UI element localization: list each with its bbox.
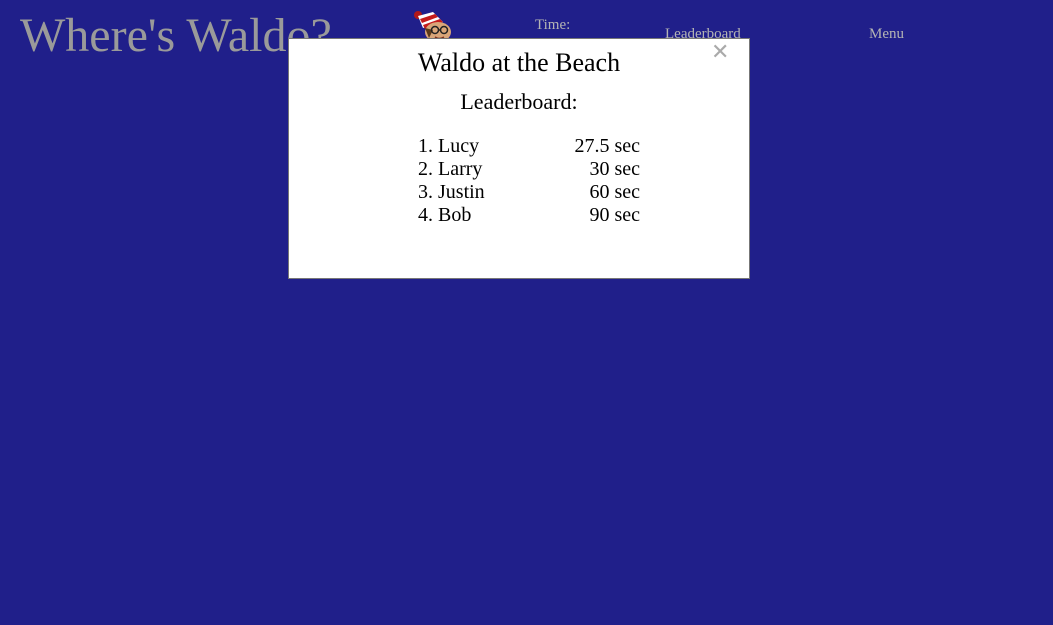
entry-name: 1. Lucy xyxy=(418,135,480,157)
leaderboard-list: 1. Lucy 27.5 sec 2. Larry 30 sec 3. Just… xyxy=(418,135,640,227)
list-item: 3. Justin 60 sec xyxy=(418,181,640,204)
entry-name: 3. Justin xyxy=(418,181,485,203)
entry-time: 30 sec xyxy=(589,158,640,180)
site-title: Where's Waldo? xyxy=(20,9,332,62)
entry-time: 90 sec xyxy=(589,204,640,226)
entry-time: 27.5 sec xyxy=(574,135,640,157)
timer-label: Time: xyxy=(535,17,571,33)
nav-menu-link[interactable]: Menu xyxy=(869,26,904,43)
entry-time: 60 sec xyxy=(589,181,640,203)
waldo-head-icon xyxy=(409,8,457,42)
modal-subtitle: Leaderboard: xyxy=(460,89,578,114)
entry-name: 2. Larry xyxy=(418,158,483,180)
list-item: 4. Bob 90 sec xyxy=(418,204,640,227)
leaderboard-modal: ✕ Waldo at the Beach Leaderboard: 1. Luc… xyxy=(288,38,750,279)
entry-name: 4. Bob xyxy=(418,204,472,226)
list-item: 1. Lucy 27.5 sec xyxy=(418,135,640,158)
modal-title: Waldo at the Beach xyxy=(417,48,621,77)
list-item: 2. Larry 30 sec xyxy=(418,158,640,181)
